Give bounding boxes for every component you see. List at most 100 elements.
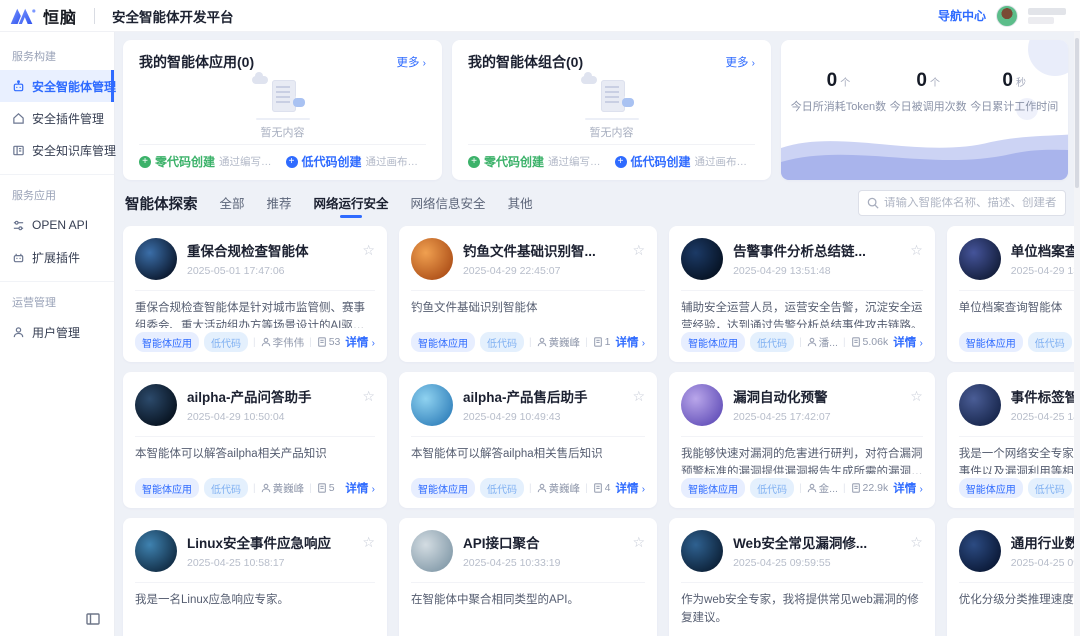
agent-usage-count: 1 xyxy=(593,336,611,348)
today-stats-card: 0个今日所消耗Token数0个今日被调用次数0秒今日累计工作时间 xyxy=(781,40,1068,180)
sidebar-collapse-icon[interactable] xyxy=(86,612,100,626)
low-code-create-button[interactable]: + 低代码创建 通过画布节点拖... xyxy=(286,153,427,170)
search-input[interactable] xyxy=(884,197,1057,209)
agent-card[interactable]: 漏洞自动化预警 2025-04-25 17:42:07 ☆ 我能够快速对漏洞的危… xyxy=(669,372,935,508)
apps-more-link[interactable]: 更多 › xyxy=(396,54,426,70)
agent-search-box[interactable] xyxy=(858,190,1066,216)
main-content: 我的智能体应用(0) 更多 › 暂无内容 + 零代码创建 通过编写提示词 xyxy=(115,32,1080,636)
detail-link[interactable]: 详情 › xyxy=(616,480,646,496)
agent-avatar xyxy=(135,530,177,572)
nav-center-link[interactable]: 导航中心 xyxy=(938,7,986,24)
agent-card[interactable]: 事件标签智能体 2025-04-25 14:26:47 ☆ 我是一个网络安全专家… xyxy=(947,372,1080,508)
agent-card[interactable]: API接口聚合 2025-04-25 10:33:19 ☆ 在智能体中聚合相同类… xyxy=(399,518,657,636)
agent-avatar xyxy=(411,384,453,426)
stat-item: 0秒今日累计工作时间 xyxy=(970,70,1058,114)
sidebar-item-open-api[interactable]: OPEN API xyxy=(0,209,114,241)
stat-unit: 个 xyxy=(930,78,940,89)
sidebar-item-plugin-manage[interactable]: 安全插件管理 xyxy=(0,102,114,134)
agent-title: 重保合规检查智能体 xyxy=(187,240,352,260)
agent-card[interactable]: 告警事件分析总结链... 2025-04-29 13:51:48 ☆ 辅助安全运… xyxy=(669,226,935,362)
sidebar-section-title: 运营管理 xyxy=(0,282,114,316)
agent-created-date: 2025-04-25 14:26:47 xyxy=(1011,411,1080,423)
my-agent-apps-title: 我的智能体应用(0) xyxy=(139,52,254,72)
tab-3[interactable]: 网络信息安全 xyxy=(411,189,486,218)
open-api-icon xyxy=(12,219,25,232)
stat-value: 0秒 xyxy=(970,70,1058,92)
star-icon[interactable]: ☆ xyxy=(633,238,646,280)
agent-usage-count: 5 xyxy=(317,482,335,494)
agent-created-date: 2025-04-25 09:47:31 xyxy=(1011,557,1080,569)
agent-author: 黄巍峰 xyxy=(537,481,581,496)
scrollbar-thumb[interactable] xyxy=(1075,38,1079,188)
tab-4[interactable]: 其他 xyxy=(508,189,533,218)
document-icon xyxy=(851,483,861,493)
agent-card[interactable]: 重保合规检查智能体 2025-05-01 17:47:06 ☆ 重保合规检查智能… xyxy=(123,226,387,362)
agent-avatar xyxy=(681,238,723,280)
agent-author: 金... xyxy=(807,481,838,496)
agent-type-tag: 智能体应用 xyxy=(411,332,475,352)
agent-card[interactable]: Linux安全事件应急响应 2025-04-25 10:58:17 ☆ 我是一名… xyxy=(123,518,387,636)
agent-card[interactable]: ailpha-产品售后助手 2025-04-29 10:49:43 ☆ 本智能体… xyxy=(399,372,657,508)
sidebar-item-knowledge-base[interactable]: 安全知识库管理 xyxy=(0,134,114,166)
detail-link[interactable]: 详情 › xyxy=(893,480,923,496)
star-icon[interactable]: ☆ xyxy=(910,238,923,280)
agent-usage-count: 5.06k xyxy=(851,336,889,348)
agent-usage-count: 22.9k xyxy=(851,482,889,494)
sidebar-item-agent-manage[interactable]: 安全智能体管理 xyxy=(0,70,114,102)
scrollbar[interactable] xyxy=(1074,32,1080,636)
tab-1[interactable]: 推荐 xyxy=(267,189,292,218)
agent-card[interactable]: 通用行业数据分类分... 2025-04-25 09:47:31 ★ 优化分级分… xyxy=(947,518,1080,636)
star-icon[interactable]: ☆ xyxy=(362,238,375,280)
agent-card[interactable]: 单位档案查询智能体 2025-04-29 13:31:11 ☆ 单位档案查询智能… xyxy=(947,226,1080,362)
agent-description: 钓鱼文件基础识别智能体 xyxy=(411,291,645,328)
agent-title: Linux安全事件应急响应 xyxy=(187,532,352,552)
star-icon[interactable]: ☆ xyxy=(362,384,375,426)
user-avatar[interactable] xyxy=(996,5,1018,27)
agent-description: 本智能体可以解答ailpha相关产品知识 xyxy=(135,437,375,474)
sidebar-item-user-manage[interactable]: 用户管理 xyxy=(0,316,114,348)
detail-link[interactable]: 详情 › xyxy=(345,334,375,350)
zero-code-create-button[interactable]: + 零代码创建 通过编写提示词... xyxy=(139,153,280,170)
agent-type-tag: 智能体应用 xyxy=(411,478,475,498)
agent-code-tag: 低代码 xyxy=(480,478,524,498)
agent-card-footer: 智能体应用 低代码 | 邓灵慧 | 0 详情 › xyxy=(959,474,1080,498)
star-icon[interactable]: ☆ xyxy=(910,384,923,426)
star-icon[interactable]: ☆ xyxy=(910,530,923,572)
user-name-redacted[interactable] xyxy=(1028,8,1066,24)
tab-0[interactable]: 全部 xyxy=(220,189,245,218)
agent-created-date: 2025-04-29 22:45:07 xyxy=(463,265,623,277)
tab-2[interactable]: 网络运行安全 xyxy=(314,189,389,218)
agent-avatar xyxy=(959,238,1001,280)
zero-code-create-button[interactable]: + 零代码创建 通过编写提示词... xyxy=(468,153,609,170)
sidebar-item-label: 安全智能体管理 xyxy=(32,78,116,95)
sidebar-section-title: 服务构建 xyxy=(0,36,114,70)
detail-link[interactable]: 详情 › xyxy=(893,334,923,350)
person-icon xyxy=(537,337,547,347)
chevron-right-icon: › xyxy=(423,58,426,69)
agent-card[interactable]: ailpha-产品问答助手 2025-04-29 10:50:04 ☆ 本智能体… xyxy=(123,372,387,508)
detail-link[interactable]: 详情 › xyxy=(345,480,375,496)
star-icon[interactable]: ☆ xyxy=(633,530,646,572)
agent-title: API接口聚合 xyxy=(463,532,623,552)
page-title: 安全智能体开发平台 xyxy=(112,6,234,26)
agent-card[interactable]: 钓鱼文件基础识别智... 2025-04-29 22:45:07 ☆ 钓鱼文件基… xyxy=(399,226,657,362)
low-code-create-button[interactable]: + 低代码创建 通过画布节点拖... xyxy=(615,153,756,170)
agent-title: 漏洞自动化预警 xyxy=(733,386,900,406)
separator: | xyxy=(843,483,846,494)
star-icon[interactable]: ☆ xyxy=(362,530,375,572)
agent-card-footer: 智能体应用 低代码 | 李伟伟 | 53 详情 › xyxy=(135,328,375,352)
combos-more-link[interactable]: 更多 › xyxy=(725,54,755,70)
agent-title: ailpha-产品问答助手 xyxy=(187,386,352,406)
agent-description: 我是一个网络安全专家，我熟悉了解网络威胁事件以及漏洞利用等相关信息。我能够通过对… xyxy=(959,437,1080,474)
sidebar-item-extension-plugin[interactable]: 扩展插件 xyxy=(0,241,114,273)
my-agent-combos-card: 我的智能体组合(0) 更多 › 暂无内容 + 零代码创建 通过编写提示词 xyxy=(452,40,771,180)
agent-avatar xyxy=(411,530,453,572)
detail-link[interactable]: 详情 › xyxy=(616,334,646,350)
agent-created-date: 2025-04-29 10:50:04 xyxy=(187,411,352,423)
user-manage-icon xyxy=(12,326,25,339)
my-agent-combos-title: 我的智能体组合(0) xyxy=(468,52,583,72)
agent-card[interactable]: Web安全常见漏洞修... 2025-04-25 09:59:55 ☆ 作为we… xyxy=(669,518,935,636)
stat-label: 今日累计工作时间 xyxy=(970,98,1058,114)
star-icon[interactable]: ☆ xyxy=(633,384,646,426)
stat-unit: 个 xyxy=(840,78,850,89)
